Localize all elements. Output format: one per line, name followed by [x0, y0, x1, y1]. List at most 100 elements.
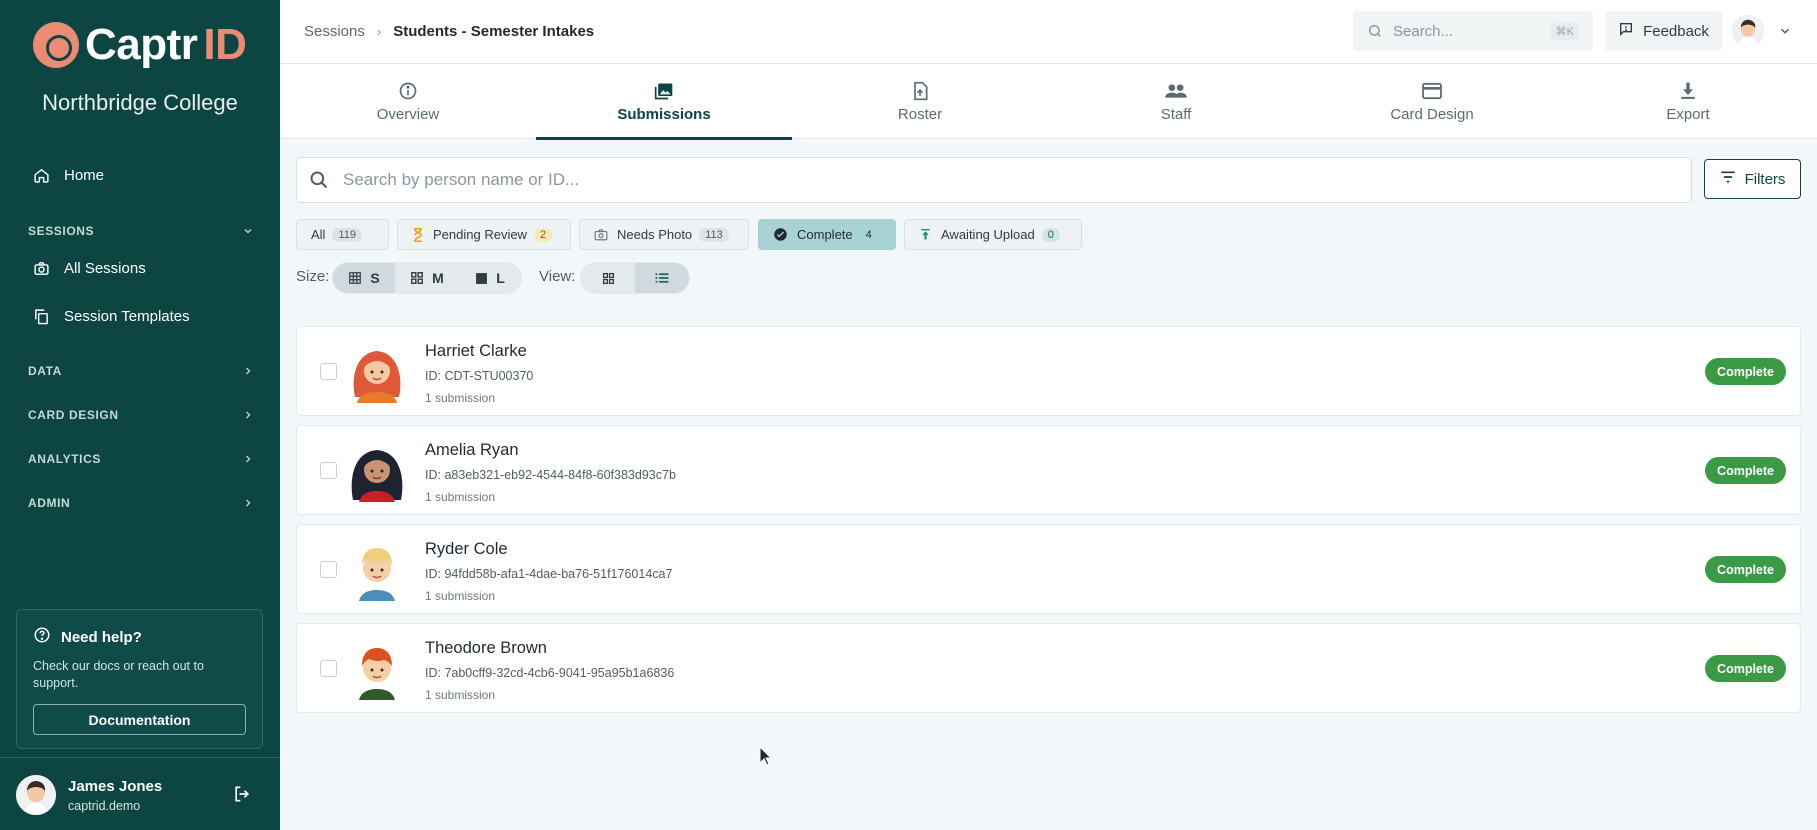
section-title: DATA	[28, 364, 62, 378]
person-photo[interactable]	[347, 636, 407, 700]
search-placeholder: Search by person name or ID...	[343, 170, 580, 189]
shortcut-hint: ⌘K	[1550, 22, 1579, 40]
avatar[interactable]	[16, 775, 56, 815]
sidebar-item-session-templates[interactable]: Session Templates	[32, 307, 190, 325]
hourglass-icon	[412, 227, 424, 242]
chip-awaiting-upload[interactable]: Awaiting Upload 0	[904, 219, 1082, 250]
status-badge: Complete	[1705, 358, 1786, 385]
tab-submissions[interactable]: Submissions	[536, 64, 792, 140]
tab-label: Export	[1666, 106, 1710, 123]
size-option-m[interactable]: M	[395, 263, 459, 293]
list-item[interactable]: Harriet Clarke ID: CDT-STU00370 1 submis…	[296, 326, 1801, 416]
tab-overview[interactable]: Overview	[280, 64, 536, 139]
sidebar-item-all-sessions[interactable]: All Sessions	[32, 259, 146, 277]
people-icon	[1165, 80, 1187, 102]
person-name: Ryder Cole	[425, 540, 508, 558]
sidebar-section-admin[interactable]: ADMIN	[28, 496, 254, 510]
grid-view-icon	[602, 272, 615, 285]
user-bar: James Jones captrid.demo	[0, 757, 280, 830]
list-item[interactable]: Theodore Brown ID: 7ab0cff9-32cd-4cb6-90…	[296, 623, 1801, 713]
grid-medium-icon	[410, 271, 424, 285]
status-badge: Complete	[1705, 457, 1786, 484]
chevron-down-icon[interactable]	[1778, 24, 1792, 43]
chip-needs-photo[interactable]: Needs Photo 113	[579, 219, 749, 250]
chip-label: Complete	[797, 227, 853, 242]
filters-label: Filters	[1744, 170, 1786, 188]
copy-icon	[32, 307, 50, 325]
tab-card-design[interactable]: Card Design	[1304, 64, 1560, 139]
tab-export[interactable]: Export	[1560, 64, 1816, 139]
documentation-button[interactable]: Documentation	[33, 704, 246, 735]
sidebar-item-label: All Sessions	[64, 259, 146, 277]
chip-complete[interactable]: Complete 4	[758, 219, 896, 250]
view-toggle	[580, 262, 690, 294]
breadcrumb: Sessions › Students - Semester Intakes	[304, 23, 594, 40]
sidebar-section-data[interactable]: DATA	[28, 364, 254, 378]
info-icon	[398, 80, 418, 102]
chip-all[interactable]: All 119	[296, 219, 389, 250]
file-upload-icon	[910, 80, 930, 102]
tab-staff[interactable]: Staff	[1048, 64, 1304, 139]
size-option-l[interactable]: L	[459, 263, 521, 293]
chevron-right-icon	[246, 455, 251, 463]
credit-card-icon	[1421, 80, 1443, 102]
tab-label: Roster	[897, 106, 943, 123]
person-photo[interactable]	[347, 537, 407, 601]
breadcrumb-sessions[interactable]: Sessions	[304, 23, 365, 40]
chip-pending-review[interactable]: Pending Review 2	[397, 219, 571, 250]
tab-label: Card Design	[1390, 106, 1474, 123]
submission-count: 1 submission	[425, 391, 496, 405]
row-checkbox[interactable]	[320, 363, 337, 380]
list-item[interactable]: Amelia Ryan ID: a83eb321-eb92-4544-84f8-…	[296, 425, 1801, 515]
session-tabs: Overview Submissions Roster Staff Card D…	[280, 64, 1817, 140]
chevron-right-icon	[246, 411, 251, 419]
feedback-button[interactable]: Feedback	[1605, 11, 1722, 51]
person-id: ID: 7ab0cff9-32cd-4cb6-9041-95a95b1a6836	[425, 666, 675, 680]
tab-roster[interactable]: Roster	[792, 64, 1048, 139]
chevron-right-icon: ›	[376, 24, 382, 39]
submission-count: 1 submission	[425, 490, 496, 504]
sidebar-section-card-design[interactable]: CARD DESIGN	[28, 408, 254, 422]
person-name: Harriet Clarke	[425, 342, 527, 360]
person-photo[interactable]	[347, 339, 407, 403]
person-search-input[interactable]: Search by person name or ID...	[296, 157, 1692, 203]
filters-button[interactable]: Filters	[1704, 159, 1801, 199]
view-list-button[interactable]	[635, 263, 689, 293]
aperture-icon	[33, 22, 79, 68]
size-option-label: S	[370, 270, 380, 286]
brand-accent: ID	[203, 20, 247, 69]
global-search-input[interactable]: Search... ⌘K	[1353, 11, 1593, 51]
sidebar-item-home[interactable]: Home	[32, 166, 104, 184]
brand-logo[interactable]: Captr ID	[33, 20, 247, 69]
size-option-label: L	[496, 270, 505, 286]
submission-count: 1 submission	[425, 688, 496, 702]
person-photo[interactable]	[347, 438, 407, 502]
chip-label: All	[311, 227, 326, 242]
row-checkbox[interactable]	[320, 561, 337, 578]
size-toggle: S M L	[332, 262, 522, 294]
size-option-label: M	[432, 270, 444, 286]
row-checkbox[interactable]	[320, 660, 337, 677]
person-id: ID: a83eb321-eb92-4544-84f8-60f383d93c7b	[425, 468, 676, 482]
logout-icon[interactable]	[232, 784, 252, 809]
size-option-s[interactable]: S	[333, 263, 395, 293]
tab-label: Overview	[376, 106, 440, 123]
person-name: Amelia Ryan	[425, 441, 519, 459]
list-item[interactable]: Ryder Cole ID: 94fdd58b-afa1-4dae-ba76-5…	[296, 524, 1801, 614]
mouse-cursor-icon	[759, 745, 773, 771]
breadcrumb-current: Students - Semester Intakes	[393, 23, 595, 40]
view-grid-button[interactable]	[581, 263, 635, 293]
sidebar-section-sessions[interactable]: SESSIONS	[28, 224, 254, 238]
download-icon	[1678, 80, 1698, 102]
status-badge: Complete	[1705, 556, 1786, 583]
chevron-right-icon	[246, 367, 251, 375]
row-checkbox[interactable]	[320, 462, 337, 479]
sidebar: Captr ID Northbridge College Home SESSION…	[0, 0, 280, 830]
person-id: ID: CDT-STU00370	[425, 369, 534, 383]
chip-count: 2	[533, 227, 553, 242]
org-name: Northbridge College	[42, 90, 238, 115]
avatar[interactable]	[1732, 15, 1764, 47]
feedback-label: Feedback	[1643, 22, 1709, 40]
sidebar-section-analytics[interactable]: ANALYTICS	[28, 452, 254, 466]
top-bar: Sessions › Students - Semester Intakes S…	[280, 0, 1817, 64]
